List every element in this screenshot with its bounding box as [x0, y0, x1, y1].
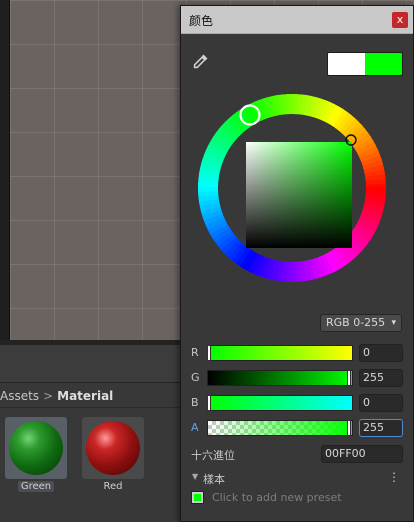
previous-color-swatch[interactable]: [328, 53, 365, 75]
breadcrumb-separator: >: [43, 389, 54, 403]
color-mode-dropdown[interactable]: RGB 0-255 ▾: [320, 314, 402, 332]
asset-thumbnail[interactable]: [82, 417, 144, 479]
window-title: 颜色: [189, 14, 214, 28]
channel-label: A: [191, 421, 199, 434]
channel-row-b: B 0: [181, 394, 413, 412]
channel-value-input[interactable]: 0: [359, 394, 403, 412]
color-picker-window: 颜色 x RGB 0-255 ▾ R 0 G 255 B 0 A 255 十六進…: [180, 5, 414, 522]
preset-color-swatch[interactable]: [191, 491, 204, 504]
color-mode-label: RGB 0-255: [326, 316, 386, 329]
asset-thumbnail[interactable]: [5, 417, 67, 479]
presets-header[interactable]: ▼ 樣本 ⋮: [181, 470, 413, 486]
channel-row-g: G 255: [181, 369, 413, 387]
channel-slider-b[interactable]: [207, 395, 353, 411]
add-preset-row[interactable]: Click to add new preset: [181, 490, 413, 506]
breadcrumb-current[interactable]: Material: [57, 389, 113, 403]
chevron-down-icon: ▾: [391, 318, 396, 328]
hue-wheel[interactable]: [198, 94, 386, 282]
close-button[interactable]: x: [392, 12, 408, 28]
asset-label: Red: [103, 481, 123, 492]
kebab-menu-icon[interactable]: ⋮: [388, 470, 400, 484]
color-swatch[interactable]: [327, 52, 403, 76]
channel-slider-g[interactable]: [207, 370, 353, 386]
hex-input[interactable]: 00FF00: [321, 445, 403, 463]
eyedropper-icon[interactable]: [192, 52, 210, 70]
presets-label[interactable]: 樣本: [203, 471, 225, 487]
foldout-arrow-icon[interactable]: ▼: [192, 472, 198, 481]
slider-handle[interactable]: [347, 420, 351, 436]
channel-value-input[interactable]: 255: [359, 369, 403, 387]
channel-label: B: [191, 396, 199, 409]
channel-slider-r[interactable]: [207, 345, 353, 361]
breadcrumb-parent[interactable]: Assets: [0, 389, 39, 403]
add-preset-text[interactable]: Click to add new preset: [212, 491, 342, 504]
channel-value-input[interactable]: 0: [359, 344, 403, 362]
channel-slider-a[interactable]: [207, 420, 353, 436]
material-sphere-green: [9, 421, 63, 475]
hex-label: 十六進位: [191, 449, 235, 462]
channel-label: G: [191, 371, 200, 384]
slider-handle[interactable]: [347, 370, 351, 386]
material-sphere-red: [86, 421, 140, 475]
title-bar[interactable]: 颜色 x: [181, 6, 413, 34]
current-color-swatch: [365, 53, 402, 75]
saturation-value-square[interactable]: [246, 142, 352, 248]
hex-row: 十六進位 00FF00: [181, 445, 413, 463]
asset-label: Green: [17, 481, 55, 492]
channel-label: R: [191, 346, 199, 359]
scene-view-left-edge: [0, 0, 10, 345]
slider-handle[interactable]: [207, 395, 211, 411]
slider-handle[interactable]: [207, 345, 211, 361]
channel-row-a: A 255: [181, 419, 413, 437]
channel-row-r: R 0: [181, 344, 413, 362]
channel-value-input[interactable]: 255: [359, 419, 403, 437]
breadcrumb: Assets > Material: [0, 387, 113, 405]
asset-item-green[interactable]: Green: [5, 417, 67, 492]
asset-item-red[interactable]: Red: [82, 417, 144, 492]
